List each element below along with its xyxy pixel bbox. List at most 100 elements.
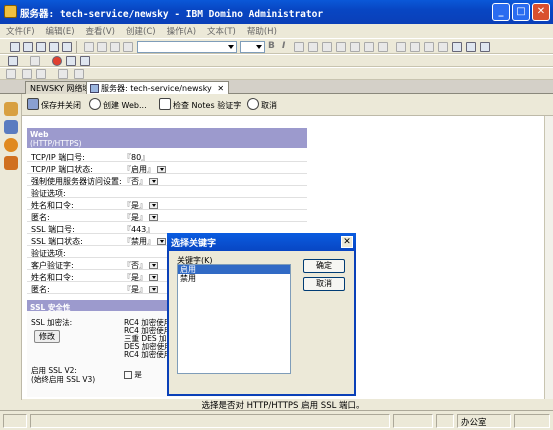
menu-create[interactable]: 创建(C) xyxy=(120,24,161,37)
page-icon[interactable] xyxy=(74,69,84,79)
anonymous-field[interactable]: 『是』 xyxy=(123,212,158,223)
title-bar: 服务器: tech-service/newsky - IBM Domino Ad… xyxy=(0,0,553,24)
table-icon[interactable] xyxy=(410,42,420,52)
status-mail-pane[interactable] xyxy=(514,414,550,428)
dropdown-icon[interactable] xyxy=(149,178,158,185)
modify-ciphers-button[interactable]: 修改 xyxy=(34,330,60,343)
form-row: 匿名: 『是』 xyxy=(27,211,307,222)
check-notes-cert-button[interactable]: 检查 Notes 验证字 xyxy=(158,97,241,112)
dialog-ok-button[interactable]: 确定 xyxy=(303,259,345,273)
check-icon[interactable] xyxy=(480,42,490,52)
copy-icon[interactable] xyxy=(110,42,120,52)
edit-icon[interactable] xyxy=(84,42,94,52)
dropdown-icon[interactable] xyxy=(149,286,158,293)
replicate-icon[interactable] xyxy=(49,42,59,52)
spell-check-icon[interactable] xyxy=(466,42,476,52)
keyword-listbox[interactable]: 启用 禁用 xyxy=(177,264,291,374)
save-close-button[interactable]: 保存并关闭 xyxy=(26,97,81,112)
cancel-action-button[interactable]: 取消 xyxy=(246,97,277,112)
minimize-button[interactable]: _ xyxy=(492,3,510,21)
print-icon[interactable] xyxy=(36,42,46,52)
cut-icon[interactable] xyxy=(97,42,107,52)
create-web-button[interactable]: 创建 Web... xyxy=(88,97,147,112)
web-section-title: Web xyxy=(30,130,49,139)
force-access-field[interactable]: 『否』 xyxy=(123,176,158,187)
search-icon[interactable] xyxy=(80,56,90,66)
chat2-icon[interactable] xyxy=(36,69,46,79)
keyword-option[interactable]: 禁用 xyxy=(178,274,290,283)
maximize-button[interactable]: □ xyxy=(512,3,530,21)
tasks-bookmark-icon[interactable] xyxy=(4,156,18,170)
port-field[interactable]: 『80』 xyxy=(123,152,149,163)
tab-server-doc[interactable]: 服务器: tech-service/newsky ✕ xyxy=(86,81,230,94)
link-icon[interactable] xyxy=(424,42,434,52)
row-value: 启用 xyxy=(131,165,147,174)
bullets-icon[interactable] xyxy=(322,42,332,52)
dropdown-icon[interactable] xyxy=(157,166,166,173)
keyword-option[interactable]: 启用 xyxy=(178,265,290,274)
dropdown-icon[interactable] xyxy=(149,214,158,221)
vertical-scrollbar[interactable] xyxy=(544,116,553,399)
menu-file[interactable]: 文件(F) xyxy=(0,24,40,37)
status-message-pane[interactable] xyxy=(30,414,390,428)
ssl-cipher-label: SSL 加密法: xyxy=(31,318,73,327)
stop-icon[interactable] xyxy=(52,56,62,66)
dropdown-icon[interactable] xyxy=(157,238,166,245)
bold-button[interactable]: B xyxy=(268,41,275,51)
attach-icon[interactable] xyxy=(438,42,448,52)
calendar-bookmark-icon[interactable] xyxy=(4,138,18,152)
find-icon[interactable] xyxy=(452,42,462,52)
refresh-icon[interactable] xyxy=(66,56,76,66)
menu-edit[interactable]: 编辑(E) xyxy=(40,24,80,37)
row-label: SSL 端口号: xyxy=(31,225,75,234)
save-icon[interactable] xyxy=(23,42,33,52)
font-size-select[interactable] xyxy=(240,41,265,53)
style-select[interactable] xyxy=(137,41,237,53)
menu-text[interactable]: 文本(T) xyxy=(201,24,241,37)
indent-icon[interactable] xyxy=(308,42,318,52)
forward-icon[interactable] xyxy=(30,56,40,66)
ssl-v2-checkbox[interactable] xyxy=(124,371,132,379)
status-lock-pane[interactable] xyxy=(436,414,454,428)
dialog-close-button[interactable]: ✕ xyxy=(341,236,353,248)
menu-help[interactable]: 帮助(H) xyxy=(241,24,282,37)
row-value: 禁用 xyxy=(131,237,147,246)
tab-newsky-domain[interactable]: NEWSKY 网络域 xyxy=(25,81,96,94)
open-icon[interactable] xyxy=(10,42,20,52)
status-pane[interactable] xyxy=(3,414,27,428)
ssl-port-field[interactable]: 『443』 xyxy=(123,224,154,235)
ssl-v2-checkbox-row[interactable]: 是 xyxy=(124,369,142,380)
outdent-icon[interactable] xyxy=(364,42,374,52)
dropdown-icon[interactable] xyxy=(149,262,158,269)
close-button[interactable]: ✕ xyxy=(532,3,550,21)
location-pane[interactable]: 办公室 xyxy=(457,414,511,428)
list-icon[interactable] xyxy=(350,42,360,52)
port-status-field[interactable]: 『启用』 xyxy=(123,164,166,175)
ssl-anonymous-field[interactable]: 『是』 xyxy=(123,284,158,295)
ssl-port-status-field[interactable]: 『禁用』 xyxy=(123,236,166,247)
numbers-icon[interactable] xyxy=(336,42,346,52)
menu-actions[interactable]: 操作(A) xyxy=(161,24,201,37)
ssl-name-password-field[interactable]: 『是』 xyxy=(123,272,158,283)
back-icon[interactable] xyxy=(8,56,18,66)
doc-icon[interactable] xyxy=(62,42,72,52)
mail-bookmark-icon[interactable] xyxy=(4,102,18,116)
bookmark-rail xyxy=(0,94,22,400)
dropdown-icon[interactable] xyxy=(149,274,158,281)
dialog-cancel-button[interactable]: 取消 xyxy=(303,277,345,291)
home-icon[interactable] xyxy=(6,69,16,79)
tab-close-icon[interactable]: ✕ xyxy=(217,84,224,93)
client-cert-field[interactable]: 『否』 xyxy=(123,260,158,271)
dropdown-icon[interactable] xyxy=(149,202,158,209)
menu-view[interactable]: 查看(V) xyxy=(80,24,120,37)
chat-icon[interactable] xyxy=(22,69,32,79)
align-icon[interactable] xyxy=(294,42,304,52)
lock-icon[interactable] xyxy=(58,69,68,79)
text-style-icon[interactable] xyxy=(396,42,406,52)
para-icon[interactable] xyxy=(378,42,388,52)
name-password-field[interactable]: 『是』 xyxy=(123,200,158,211)
status-tools-pane[interactable] xyxy=(393,414,433,428)
paste-icon[interactable] xyxy=(123,42,133,52)
book-bookmark-icon[interactable] xyxy=(4,120,18,134)
italic-button[interactable]: I xyxy=(282,41,285,51)
